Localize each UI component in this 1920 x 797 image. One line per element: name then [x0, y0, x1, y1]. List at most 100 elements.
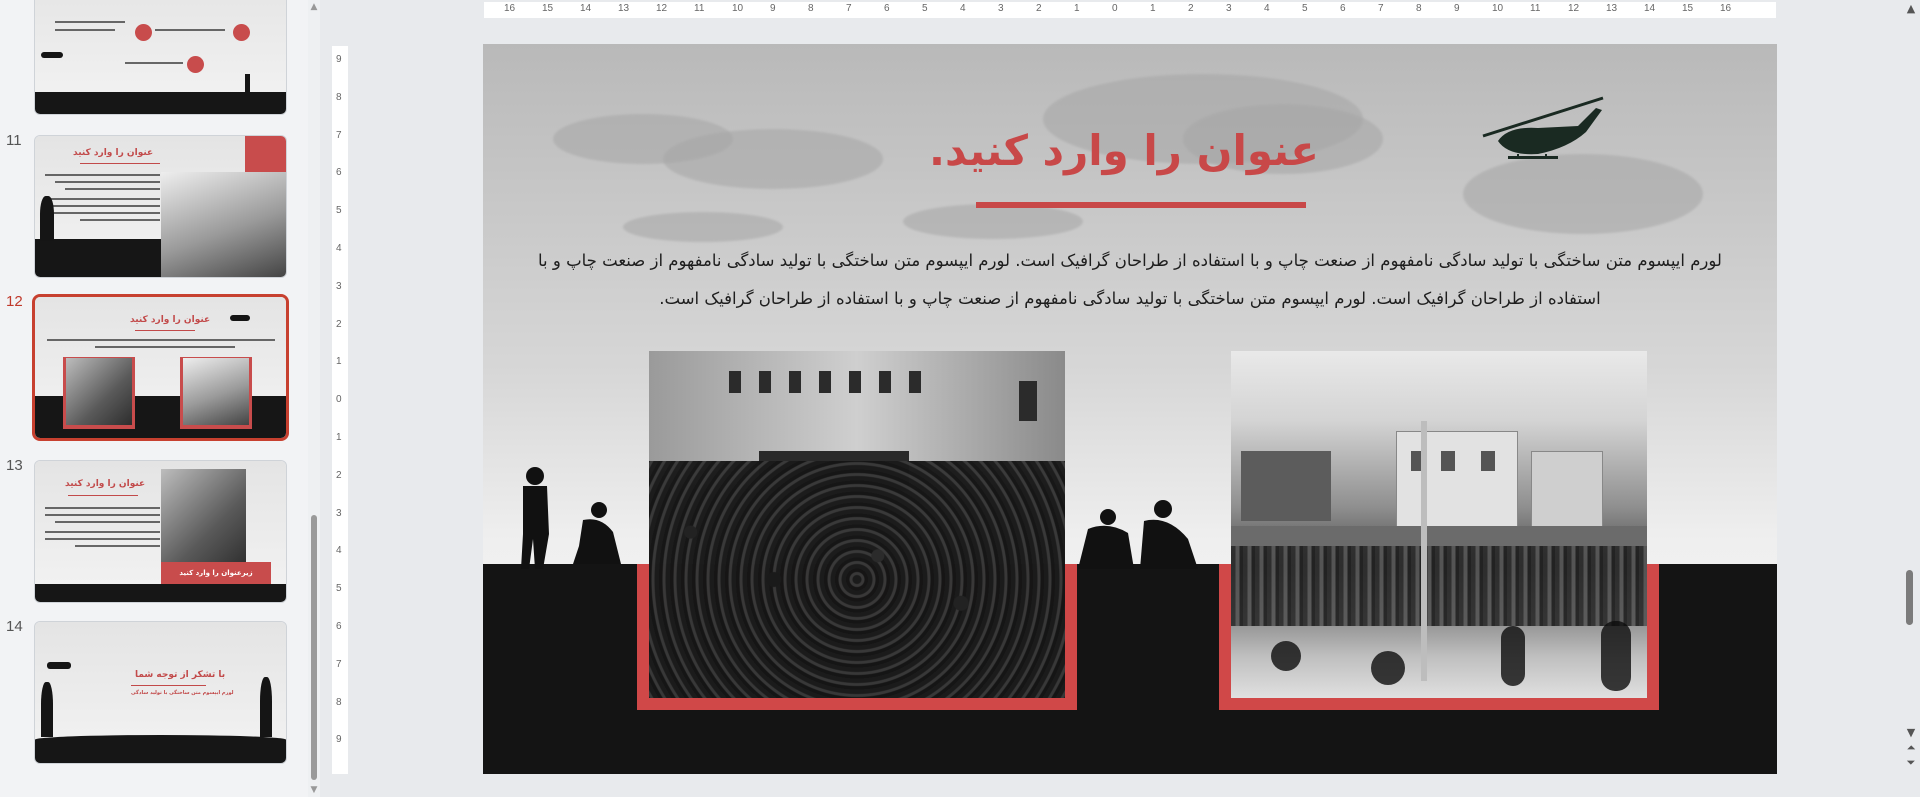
ruler-tick-label: 2: [336, 469, 342, 481]
helicopter-icon: [47, 662, 71, 669]
scrollbar-thumb[interactable]: [1906, 570, 1913, 625]
helicopter-icon: [1482, 96, 1604, 159]
ruler-tick-label: 3: [1226, 3, 1232, 14]
helicopter-icon: [230, 315, 250, 321]
thumb-title: عنوان را وارد کنید: [65, 479, 146, 489]
ruler-tick-label: 0: [336, 394, 342, 406]
ruler-tick-label: 2: [1188, 3, 1194, 14]
ruler-tick-label: 3: [336, 507, 342, 519]
ruler-tick-label: 9: [770, 3, 776, 14]
ruler-tick-label: 10: [732, 3, 744, 14]
thumb-circle: [233, 24, 250, 41]
ruler-tick-label: 11: [694, 3, 705, 14]
ruler-tick-label: 6: [884, 3, 890, 14]
slide-thumbnail-10[interactable]: [35, 0, 286, 114]
ruler-tick-label: 1: [336, 432, 342, 443]
lamp-post: [1421, 421, 1427, 681]
helicopter-icon: [41, 52, 63, 58]
thumb-subtitle: لورم ایپسوم متن ساختگی با تولید سادگی: [131, 690, 234, 696]
tree-icon: [40, 196, 54, 241]
ruler-tick-label: 7: [846, 3, 852, 14]
slide-thumbnail-panel: 11 عنوان را وارد کنید 12 عنوان را وارد ک…: [0, 0, 310, 797]
ruler-tick-label: 12: [1568, 3, 1580, 14]
cloud-shape: [663, 129, 883, 189]
marching-soldiers-photo[interactable]: [1231, 351, 1647, 698]
thumb-title: عنوان را وارد کنید: [130, 315, 211, 325]
slide-panel-scrollbar[interactable]: ▲ ▼: [308, 0, 320, 797]
tree-icon: [41, 682, 53, 737]
slide-title[interactable]: عنوان را وارد کنید.: [913, 126, 1335, 175]
slide-thumbnail-13[interactable]: عنوان را وارد کنید زیرعنوان را وارد کنید: [35, 461, 286, 602]
slide-number: 12: [6, 293, 23, 310]
slide-thumbnail-12[interactable]: عنوان را وارد کنید: [35, 297, 286, 438]
chevron-down-icon[interactable]: ▼: [308, 785, 320, 795]
ruler-tick-label: 10: [1492, 3, 1504, 14]
ruler-tick-label: 1: [1074, 3, 1080, 14]
crowd-photo[interactable]: [649, 351, 1065, 698]
ruler-tick-label: 5: [1302, 3, 1308, 14]
ruler-tick-label: 16: [504, 3, 516, 14]
thumb-title: عنوان را وارد کنید: [73, 148, 154, 158]
slide-body-text[interactable]: لورم ایپسوم متن ساختگی با تولید سادگی نا…: [523, 242, 1737, 318]
thumb-photo: [183, 358, 249, 425]
double-chevron-down-icon[interactable]: ⏷: [1904, 756, 1918, 769]
slide-canvas[interactable]: عنوان را وارد کنید. لورم ایپسوم متن ساخت…: [483, 44, 1777, 774]
ruler-tick-label: 4: [960, 3, 966, 14]
thumb-photo: [161, 172, 286, 277]
ruler-tick-label: 12: [656, 3, 668, 14]
ruler-tick-label: 2: [336, 318, 342, 330]
thumb-photo: [161, 469, 246, 569]
editor-scrollbar[interactable]: ▲ ▼ ⏶ ⏷: [1902, 0, 1920, 797]
ruler-tick-label: 7: [336, 129, 342, 141]
horizontal-ruler[interactable]: 16 15 14 13 12 11 10 9 8 7 6 5 4 3 2 1 0 1 2 3 4 5 6 7 8 9 10 11 12 1…: [484, 2, 1776, 18]
slide-thumbnail-14[interactable]: با تشکر از توجه شما لورم ایپسوم متن ساخت…: [35, 622, 286, 763]
slide-editor: 16 15 14 13 12 11 10 9 8 7 6 5 4 3 2 1 0 1 2 3 4 5 6 7 8 9 10 11 12 1…: [320, 0, 1900, 797]
ruler-tick-label: 15: [542, 3, 554, 14]
ruler-tick-label: 5: [336, 583, 342, 595]
ruler-tick-label: 9: [336, 734, 342, 746]
crowd: [649, 461, 1065, 698]
ruler-tick-label: 14: [1644, 3, 1656, 14]
ruler-tick-label: 8: [336, 696, 342, 708]
ruler-tick-label: 1: [1150, 3, 1156, 14]
ruler-tick-label: 8: [1416, 3, 1422, 14]
ruler-tick-label: 1: [336, 356, 342, 368]
ruler-tick-label: 14: [580, 3, 592, 14]
cloud-shape: [623, 212, 783, 242]
ruler-tick-label: 7: [336, 658, 342, 670]
thumb-photo: [66, 358, 132, 425]
ruler-tick-label: 8: [808, 3, 814, 14]
ruler-tick-label: 5: [336, 205, 342, 217]
double-chevron-up-icon[interactable]: ⏶: [1904, 741, 1918, 754]
vertical-ruler[interactable]: 9 8 7 6 5 4 3 2 1 0 1 2 3 4 5 6 7 8 9: [332, 46, 348, 774]
ruler-tick-label: 9: [336, 54, 342, 65]
ruler-tick-label: 13: [618, 3, 630, 14]
ruler-tick-label: 4: [336, 545, 342, 557]
ruler-tick-label: 4: [336, 243, 342, 254]
ruler-tick-label: 9: [1454, 3, 1460, 14]
ruler-tick-label: 3: [336, 280, 342, 292]
ruler-tick-label: 6: [336, 167, 342, 179]
ruler-tick-label: 3: [998, 3, 1004, 14]
thumb-circle: [187, 56, 204, 73]
ruler-tick-label: 8: [336, 91, 342, 103]
slide-number: 13: [6, 457, 23, 474]
thumb-title: با تشکر از توجه شما: [135, 670, 226, 680]
ruler-tick-label: 16: [1720, 3, 1732, 14]
chevron-up-icon[interactable]: ▲: [308, 2, 320, 12]
thumb-subtitle-button: زیرعنوان را وارد کنید: [179, 569, 253, 577]
chevron-down-icon[interactable]: ▼: [1904, 726, 1918, 739]
ruler-tick-label: 15: [1682, 3, 1694, 14]
ruler-tick-label: 13: [1606, 3, 1618, 14]
slide-number: 11: [6, 132, 22, 149]
thumb-circle: [135, 24, 152, 41]
chevron-up-icon[interactable]: ▲: [1904, 2, 1918, 15]
slide-thumbnail-11[interactable]: عنوان را وارد کنید: [35, 136, 286, 277]
title-underline: [976, 202, 1306, 208]
scrollbar-thumb[interactable]: [311, 515, 317, 780]
ruler-tick-label: 6: [336, 621, 342, 632]
soldier-silhouette-icon: [1078, 500, 1198, 569]
soldier-silhouette-icon: [245, 74, 250, 92]
ruler-tick-label: 7: [1378, 3, 1384, 14]
ruler-tick-label: 4: [1264, 3, 1270, 14]
